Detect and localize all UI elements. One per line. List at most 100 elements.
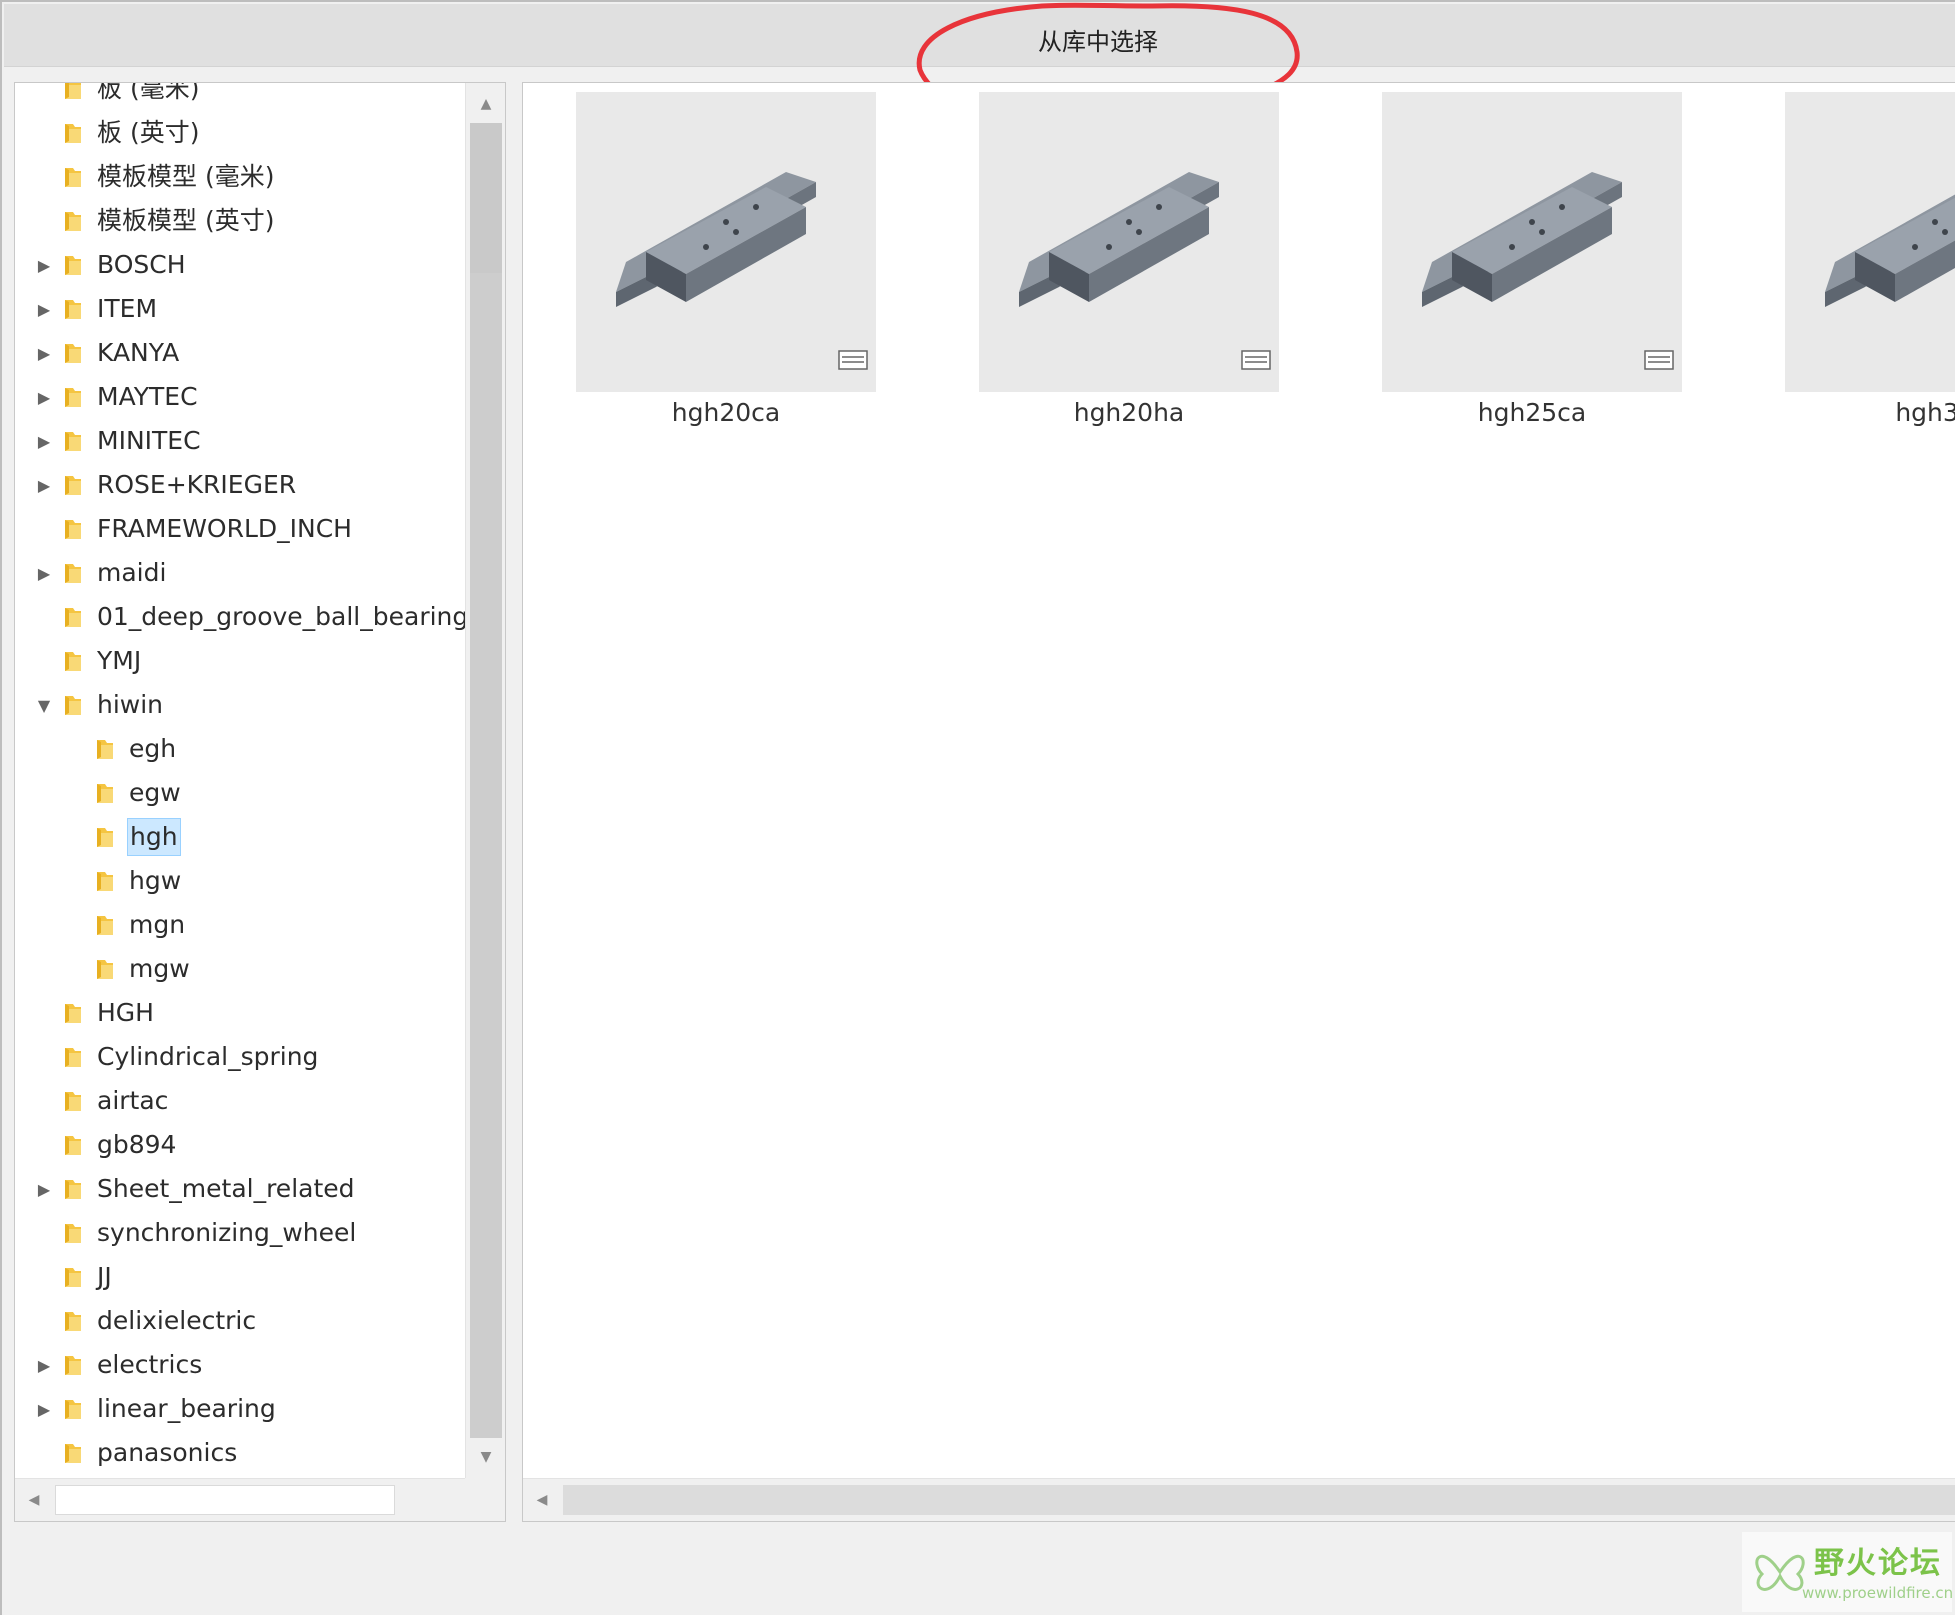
thumbnail-card[interactable]: hgh20ha [979,92,1279,427]
tree-horizontal-scrollbar[interactable]: ◀ ▶ [15,1478,491,1521]
tree-item[interactable]: 模板模型 (毫米) [15,155,465,199]
tree-vscroll-track[interactable] [470,123,502,1438]
thumbnail-card[interactable]: hgh30 [1785,92,1955,427]
tree-item-label: Cylindrical_spring [97,1042,319,1071]
part-preview-image[interactable] [1785,92,1955,392]
folder-icon [63,517,83,541]
expander-collapsed-icon[interactable]: ▶ [33,430,55,452]
folder-icon [63,473,83,497]
expander-collapsed-icon[interactable]: ▶ [33,386,55,408]
expander-collapsed-icon[interactable]: ▶ [33,562,55,584]
folder-tree: 板 (毫米) 板 (英寸) 模板模型 (毫米) 模板模型 (英寸) ▶ BOSCH ▶ ITE… [15,83,465,1475]
tree-item-label: mgn [129,910,186,939]
tree-item-label: hiwin [97,690,164,719]
tree-vertical-scrollbar[interactable]: ▲ ▼ [465,83,505,1478]
folder-icon [63,1309,83,1333]
tree-item-label: electrics [97,1350,203,1379]
folder-icon [63,561,83,585]
tree-item-label: airtac [97,1086,169,1115]
expander-collapsed-icon[interactable]: ▶ [33,254,55,276]
tree-vscroll-thumb[interactable] [470,123,502,273]
tree-hscroll-thumb[interactable] [55,1485,395,1515]
tree-item[interactable]: hgh [15,815,465,859]
tree-item[interactable]: synchronizing_wheel [15,1211,465,1255]
folder-icon [63,253,83,277]
tree-item[interactable]: ▶ electrics [15,1343,465,1387]
part-preview-image[interactable] [1382,92,1682,392]
tree-item[interactable]: ▶ ROSE+KRIEGER [15,463,465,507]
folder-icon [63,429,83,453]
tree-item[interactable]: FRAMEWORLD_INCH [15,507,465,551]
expander-collapsed-icon[interactable]: ▶ [33,298,55,320]
tree-item[interactable]: 板 (毫米) [15,83,465,111]
tree-item-label: 模板模型 (英寸) [97,206,275,235]
content-horizontal-scrollbar[interactable]: ◀ [523,1478,1955,1521]
dialog-title: 从库中选择 [1038,28,1158,56]
folder-icon [95,781,115,805]
tree-item[interactable]: airtac [15,1079,465,1123]
folder-icon [63,83,83,101]
expander-collapsed-icon[interactable]: ▶ [33,1354,55,1376]
expander-collapsed-icon[interactable]: ▶ [33,1398,55,1420]
tree-item[interactable]: ▶ MAYTEC [15,375,465,419]
tree-item[interactable]: hgw [15,859,465,903]
tree-item[interactable]: egh [15,727,465,771]
tree-item[interactable]: 模板模型 (英寸) [15,199,465,243]
tree-item[interactable]: ▼ hiwin [15,683,465,727]
tree-item[interactable]: gb894 [15,1123,465,1167]
instance-table-icon [1644,350,1674,370]
tree-item[interactable]: ▶ KANYA [15,331,465,375]
tree-item[interactable]: 板 (英寸) [15,111,465,155]
scroll-left-arrow-icon[interactable]: ◀ [17,1483,51,1517]
scroll-down-arrow-icon[interactable]: ▼ [469,1440,503,1474]
expander-collapsed-icon[interactable]: ▶ [33,1178,55,1200]
tree-item[interactable]: ▶ ITEM [15,287,465,331]
scroll-up-arrow-icon[interactable]: ▲ [469,87,503,121]
tree-item-label-selected: hgh [127,818,181,856]
tree-item[interactable]: Cylindrical_spring [15,1035,465,1079]
tree-item-label: maidi [97,558,167,587]
tree-item[interactable]: delixielectric [15,1299,465,1343]
expander-collapsed-icon[interactable]: ▶ [33,342,55,364]
tree-item[interactable]: egw [15,771,465,815]
tree-item[interactable]: ▶ MINITEC [15,419,465,463]
tree-item[interactable]: ▶ BOSCH [15,243,465,287]
tree-item-label: FRAMEWORLD_INCH [97,514,352,543]
tree-item[interactable]: HGH [15,991,465,1035]
watermark-title: 野火论坛 [1814,1546,1942,1581]
folder-icon [63,121,83,145]
content-hscroll-track[interactable] [563,1485,1955,1515]
folder-icon [95,825,115,849]
tree-item[interactable]: mgw [15,947,465,991]
part-preview-image[interactable] [979,92,1279,392]
tree-item-label: egh [129,734,177,763]
tree-item-label: ROSE+KRIEGER [97,470,297,499]
folder-icon [63,605,83,629]
tree-item[interactable]: 01_deep_groove_ball_bearings_ [15,595,465,639]
expander-collapsed-icon[interactable]: ▶ [33,474,55,496]
tree-item[interactable]: mgn [15,903,465,947]
folder-icon [63,693,83,717]
thumbnail-label: hgh30 [1895,398,1955,427]
tree-item[interactable]: panasonics [15,1431,465,1475]
thumbnail-label: hgh20ca [671,398,781,427]
thumbnail-card[interactable]: hgh25ca [1382,92,1682,427]
folder-icon [63,1397,83,1421]
thumbnail-card[interactable]: hgh20ca [576,92,876,427]
tree-item-label: BOSCH [97,250,186,279]
tree-item[interactable]: ▶ Sheet_metal_related [15,1167,465,1211]
expander-expanded-icon[interactable]: ▼ [33,694,55,716]
content-scroll-left-arrow-icon[interactable]: ◀ [525,1483,559,1517]
tree-item[interactable]: ▶ maidi [15,551,465,595]
instance-table-icon [838,350,868,370]
tree-item[interactable]: JJ [15,1255,465,1299]
folder-icon [63,385,83,409]
folder-icon [95,869,115,893]
folder-icon [63,1353,83,1377]
part-preview-image[interactable] [576,92,876,392]
tree-item-label: MAYTEC [97,382,198,411]
tree-item[interactable]: YMJ [15,639,465,683]
folder-icon [63,1001,83,1025]
tree-item-label: delixielectric [97,1306,257,1335]
tree-item[interactable]: ▶ linear_bearing [15,1387,465,1431]
